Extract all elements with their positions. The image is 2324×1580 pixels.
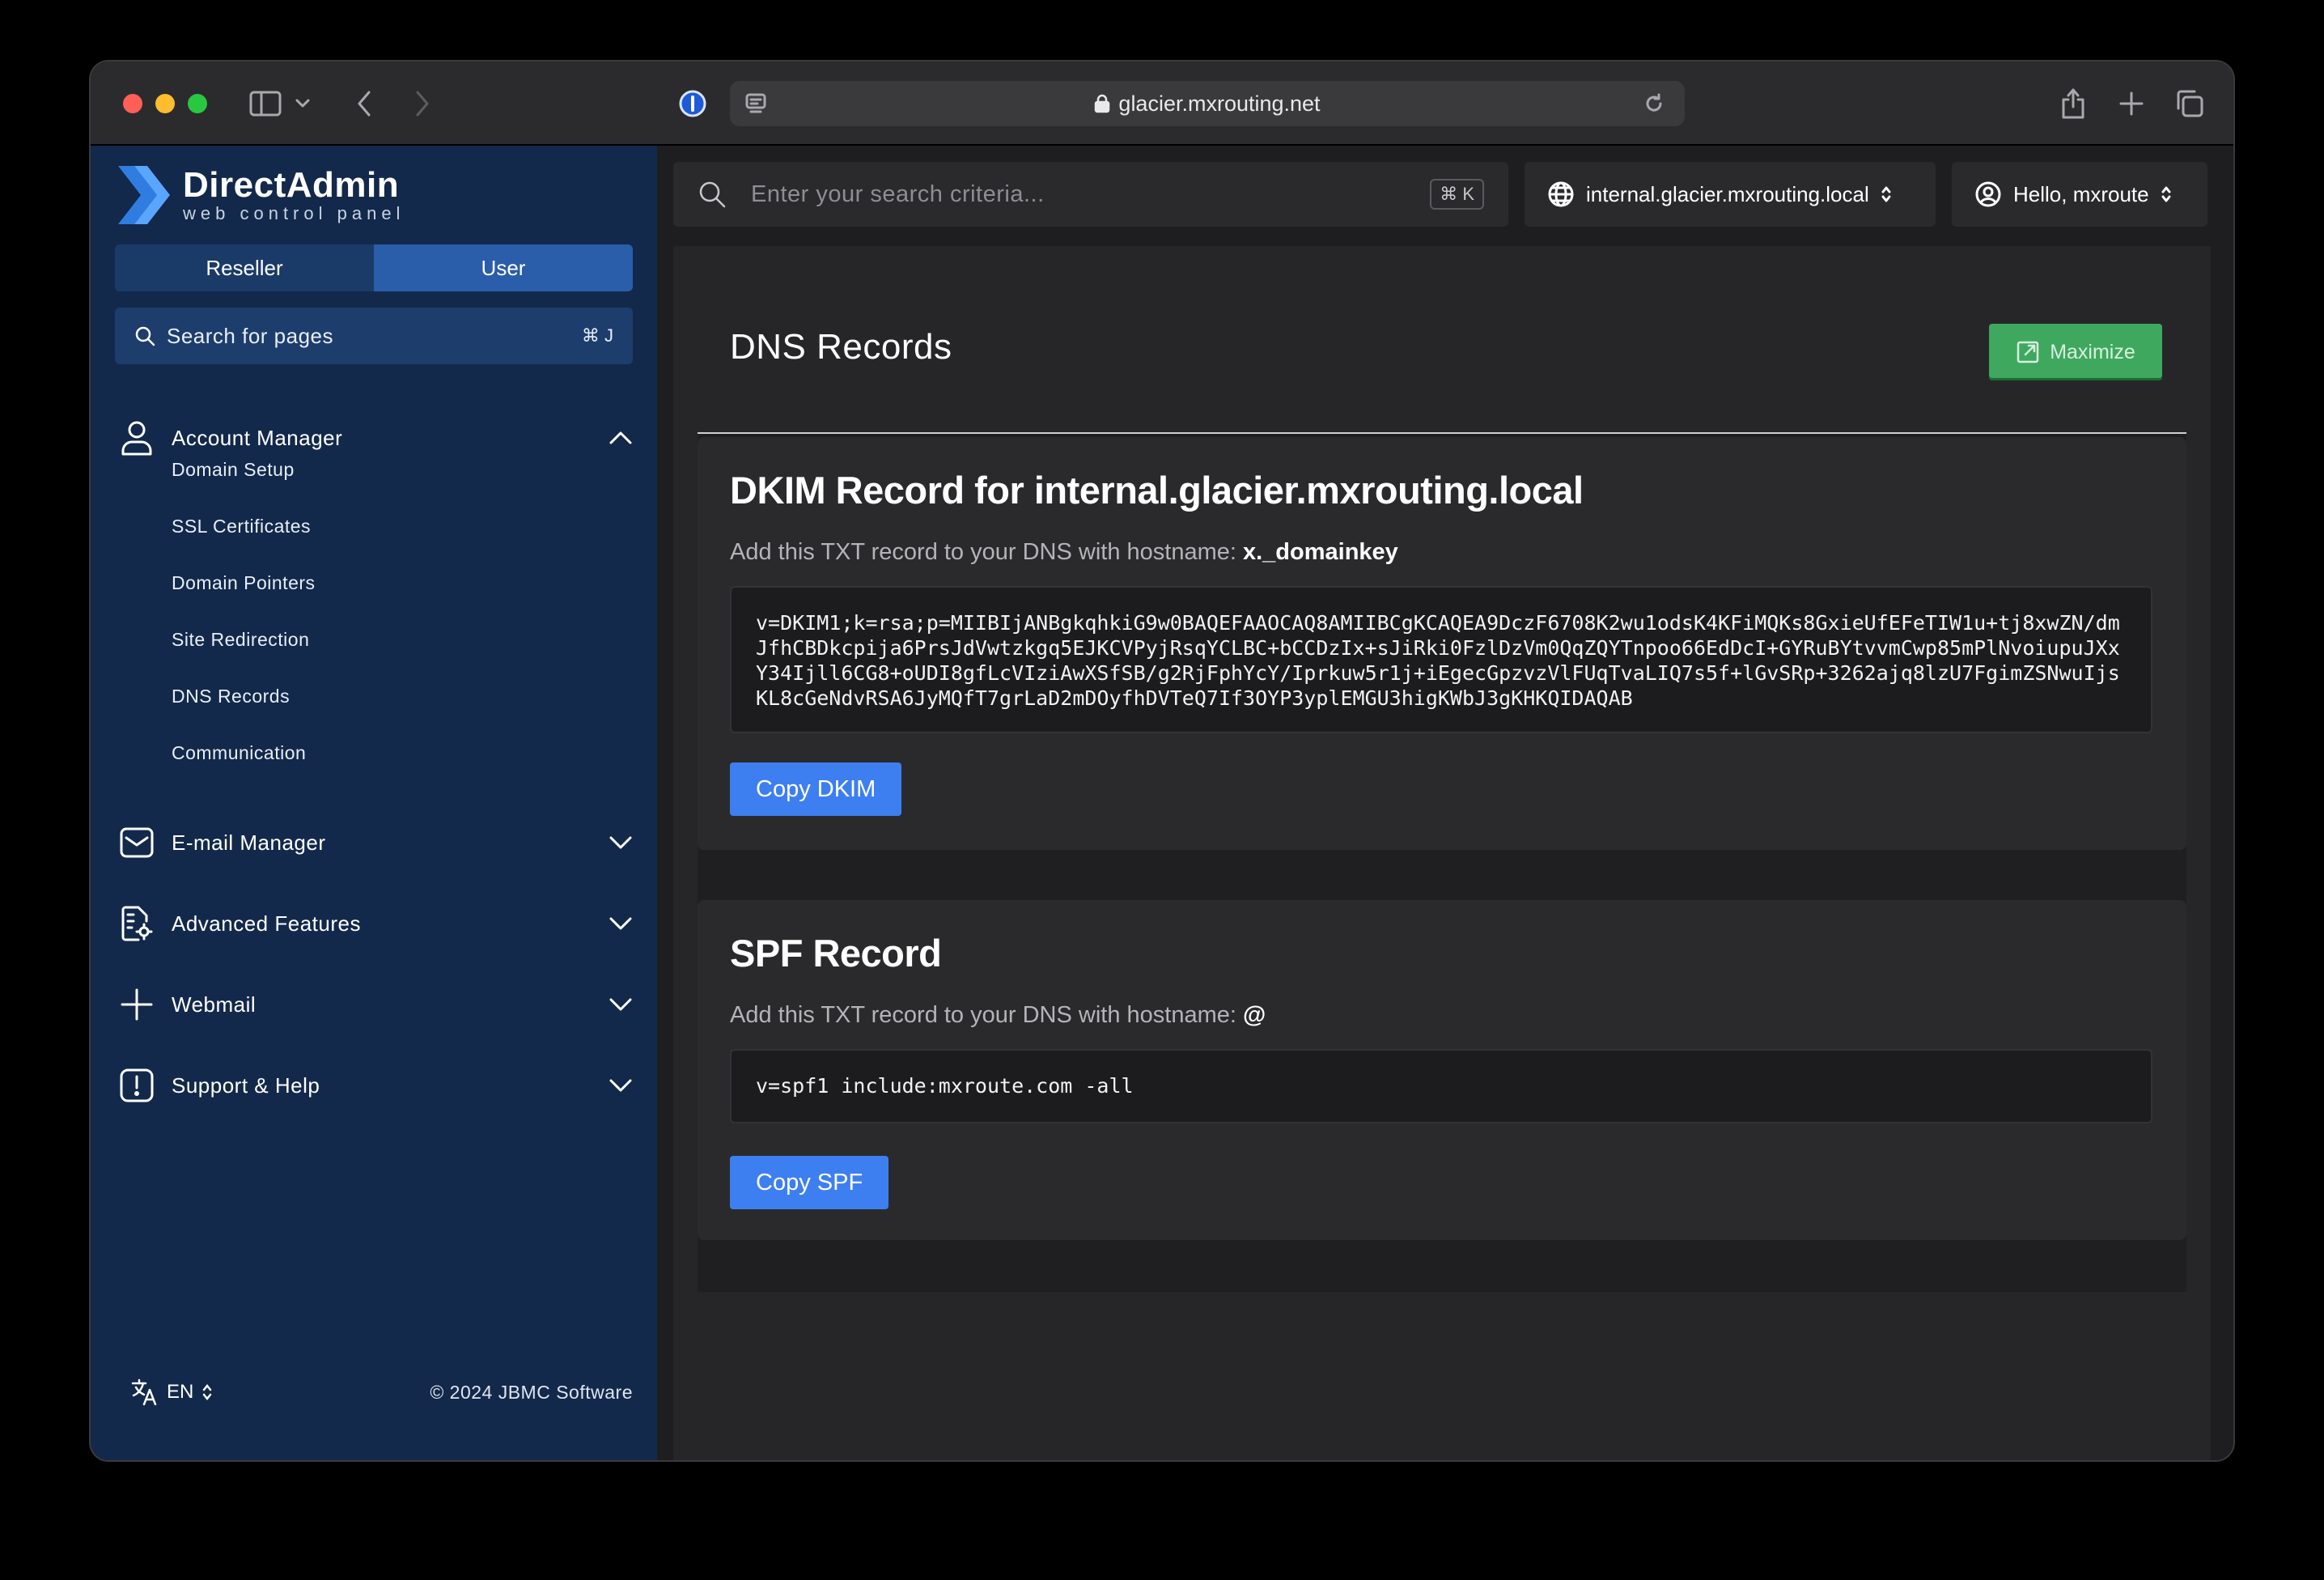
updown-chevron-icon xyxy=(1881,186,1891,202)
brand-title: DirectAdmin xyxy=(183,165,400,205)
page-search-shortcut: ⌘ J xyxy=(581,325,613,346)
nav-group-support-help[interactable]: Support & Help xyxy=(91,1049,657,1122)
nav-group-label: Support & Help xyxy=(172,1072,320,1098)
spf-card: SPF Record Add this TXT record to your D… xyxy=(698,900,2186,1240)
updown-chevron-icon xyxy=(2161,186,2171,202)
copyright-text: © 2024 JBMC Software xyxy=(430,1381,633,1403)
chevron-down-icon[interactable] xyxy=(609,992,633,1021)
page-title: DNS Records xyxy=(730,327,952,367)
chevron-down-icon[interactable] xyxy=(609,911,633,940)
forward-arrow-icon[interactable] xyxy=(406,84,439,123)
sidebar-item-domain-setup[interactable]: Domain Setup xyxy=(172,449,295,490)
lock-icon xyxy=(1095,94,1110,113)
address-bar[interactable]: glacier.mxrouting.net xyxy=(730,81,1685,126)
zoom-window-button[interactable] xyxy=(188,94,207,113)
new-tab-icon[interactable] xyxy=(2114,84,2149,123)
dkim-value-box[interactable]: v=DKIM1;k=rsa;p=MIIBIjANBgkqhkiG9w0BAQEF… xyxy=(730,586,2152,733)
url-text: glacier.mxrouting.net xyxy=(1118,91,1321,116)
chevron-up-icon[interactable] xyxy=(609,426,633,454)
chevron-down-icon[interactable] xyxy=(609,830,633,859)
global-search-placeholder: Enter your search criteria... xyxy=(751,181,1045,207)
dkim-title: DKIM Record for internal.glacier.mxrouti… xyxy=(730,469,1584,512)
mail-icon xyxy=(115,826,159,859)
main-area: Enter your search criteria... ⌘ K intern… xyxy=(657,146,2233,1460)
global-search-shortcut: ⌘ K xyxy=(1430,179,1484,210)
password-manager-icon[interactable] xyxy=(673,84,712,123)
spf-hostname: @ xyxy=(1242,1002,1266,1028)
dkim-card: DKIM Record for internal.glacier.mxrouti… xyxy=(698,437,2186,850)
translate-icon xyxy=(131,1378,157,1406)
nav-group-webmail[interactable]: Webmail xyxy=(91,968,657,1041)
search-icon xyxy=(699,181,726,208)
sidebar-item-domain-pointers[interactable]: Domain Pointers xyxy=(172,563,316,603)
minimize-window-button[interactable] xyxy=(155,94,175,113)
maximize-label: Maximize xyxy=(2050,340,2135,363)
nav-group-email-manager[interactable]: E-mail Manager xyxy=(91,806,657,879)
updown-chevron-icon xyxy=(203,1383,212,1401)
sidebar-item-ssl-certificates[interactable]: SSL Certificates xyxy=(172,506,311,546)
advanced-features-icon xyxy=(115,905,159,942)
maximize-button[interactable]: Maximize xyxy=(1989,324,2162,380)
back-arrow-icon[interactable] xyxy=(348,84,380,123)
url-display[interactable]: glacier.mxrouting.net xyxy=(730,81,1685,126)
user-menu[interactable]: Hello, mxroute xyxy=(1952,162,2207,227)
search-icon xyxy=(135,326,155,346)
brand-subtitle: web control panel xyxy=(183,203,405,223)
domain-name: internal.glacier.mxrouting.local xyxy=(1586,181,1869,206)
spf-description-text: Add this TXT record to your DNS with hos… xyxy=(730,1002,1236,1028)
tab-overview-icon[interactable] xyxy=(2172,84,2207,123)
dkim-description: Add this TXT record to your DNS with hos… xyxy=(730,539,1398,566)
nav-group-label: Webmail xyxy=(172,992,257,1017)
spf-title: SPF Record xyxy=(730,932,942,975)
language-selector[interactable]: EN xyxy=(131,1378,213,1406)
chevron-down-icon[interactable] xyxy=(291,84,314,123)
sidebar-item-site-redirection[interactable]: Site Redirection xyxy=(172,619,309,660)
sidebar-item-communication[interactable]: Communication xyxy=(172,733,306,773)
user-icon xyxy=(115,419,159,457)
nav-group-label: Advanced Features xyxy=(172,911,361,936)
globe-icon xyxy=(1548,181,1574,207)
sidebar-item-dns-records[interactable]: DNS Records xyxy=(172,676,290,716)
user-circle-icon xyxy=(1975,181,2001,207)
global-search-input[interactable]: Enter your search criteria... ⌘ K xyxy=(673,162,1508,227)
sidebar: DirectAdmin web control panel Reseller U… xyxy=(91,146,657,1460)
maximize-icon xyxy=(2017,341,2039,363)
dkim-description-text: Add this TXT record to your DNS with hos… xyxy=(730,539,1236,565)
copy-spf-button[interactable]: Copy SPF xyxy=(730,1156,889,1209)
page-search-label: Search for pages xyxy=(167,323,334,348)
directadmin-logo[interactable]: DirectAdmin web control panel xyxy=(115,159,405,231)
sidebar-toggle-icon[interactable] xyxy=(246,84,285,123)
user-greeting: Hello, mxroute xyxy=(2013,181,2149,206)
browser-toolbar: glacier.mxrouting.net xyxy=(91,62,2233,146)
copy-dkim-button[interactable]: Copy DKIM xyxy=(730,762,902,816)
language-code: EN xyxy=(167,1381,194,1403)
chevron-down-icon[interactable] xyxy=(609,1073,633,1102)
nav-group-advanced-features[interactable]: Advanced Features xyxy=(91,887,657,960)
spf-description: Add this TXT record to your DNS with hos… xyxy=(730,1002,1266,1029)
plus-icon xyxy=(115,988,159,1021)
nav-group-label: Account Manager xyxy=(172,425,343,450)
tab-reseller[interactable]: Reseller xyxy=(115,244,374,291)
alert-icon xyxy=(115,1068,159,1103)
page-search-button[interactable]: Search for pages ⌘ J xyxy=(115,308,633,364)
tab-user[interactable]: User xyxy=(374,244,633,291)
sidebar-footer: EN © 2024 JBMC Software xyxy=(115,1368,633,1416)
content-panel: DNS Records Maximize DKIM Record for int… xyxy=(673,246,2211,1460)
nav-group-label: E-mail Manager xyxy=(172,830,326,855)
browser-window: glacier.mxrouting.net DirectAdmin web co… xyxy=(91,62,2233,1460)
domain-selector[interactable]: internal.glacier.mxrouting.local xyxy=(1525,162,1936,227)
level-switcher: Reseller User xyxy=(115,244,633,291)
dkim-hostname: x._domainkey xyxy=(1242,539,1398,565)
reload-icon[interactable] xyxy=(1638,84,1670,123)
directadmin-logo-icon xyxy=(118,166,170,224)
share-icon[interactable] xyxy=(2055,84,2091,123)
spf-value-box[interactable]: v=spf1 include:mxroute.com -all xyxy=(730,1049,2152,1123)
close-window-button[interactable] xyxy=(123,94,142,113)
